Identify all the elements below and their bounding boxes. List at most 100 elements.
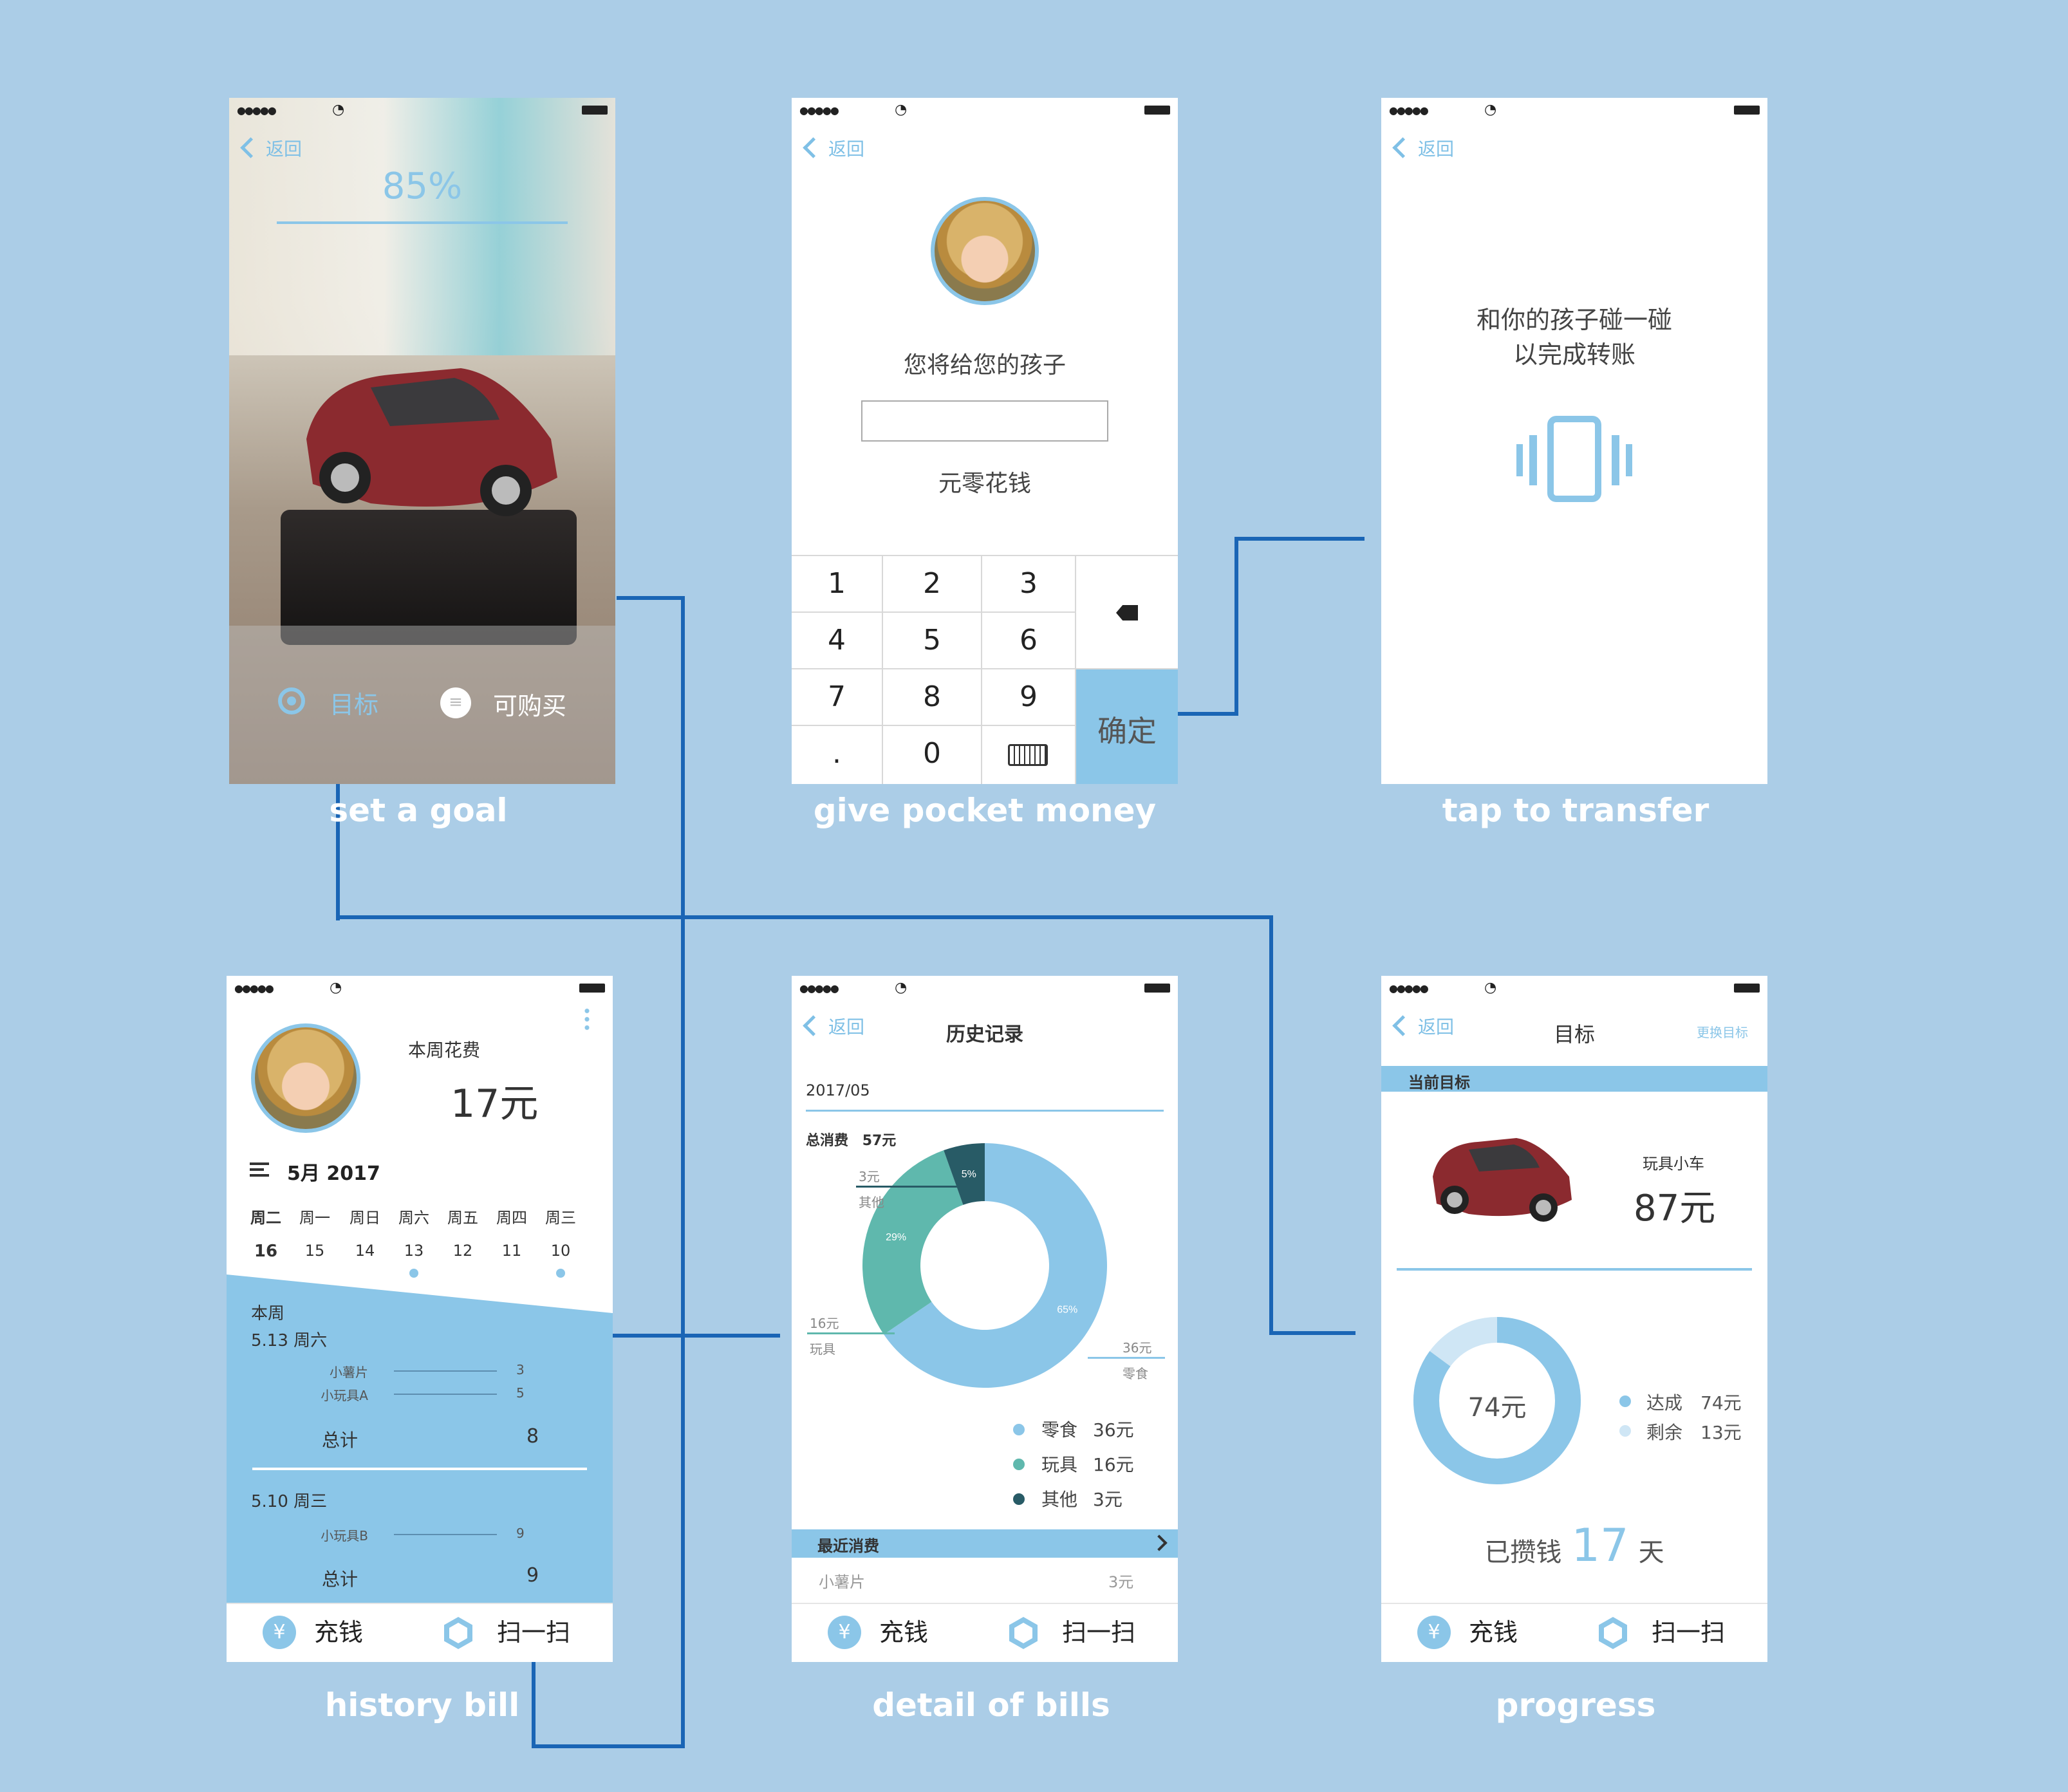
spend-dot [556,1269,565,1278]
wifi-icon: ◔ [895,980,908,996]
day-column[interactable]: 周五 12 [442,1205,484,1260]
target-icon-center [287,696,296,705]
connector-line [532,1744,685,1748]
day-number: 10 [550,1242,571,1260]
scan-tab[interactable]: 扫一扫 [1599,1616,1753,1652]
toy-car-image [1433,1138,1572,1222]
chevron-left-icon [1392,137,1413,158]
month-selector[interactable]: 2017/05 [806,1081,870,1099]
legend-value: 36元 [1093,1419,1134,1441]
day-name: 周六 [398,1209,429,1227]
back-button[interactable]: 返回 [1392,136,1454,162]
legend-value: 16元 [1093,1454,1134,1475]
this-week-label: 本周 [251,1304,285,1323]
charge-tab[interactable]: ¥ 充钱 [263,1616,391,1652]
back-button[interactable]: 返回 [239,136,302,162]
caption-set-goal: set a goal [329,792,508,829]
key-7[interactable]: 7 [792,669,883,726]
key-2[interactable]: 2 [883,556,982,613]
key-4[interactable]: 4 [792,613,883,669]
screen-set-goal: ●●●●● ◔ 返回 85% 目标 ≡ 可购买 [229,98,615,784]
wifi-icon: ◔ [895,102,908,118]
status-bar: ●●●●● ◔ [792,976,1178,1002]
week-spend-value: 17元 [451,1081,539,1126]
bill-item-value: 3 [516,1362,525,1377]
day-strip: 周二 16 周一 15 周日 14 周六 13 周五 12 周四 11 周三 1… [245,1205,601,1289]
bill-item[interactable]: 小玩具B 9 [304,1526,574,1545]
day-number: 15 [304,1242,325,1260]
screen-give-money: ●●●●● ◔ 返回 您将给您的孩子 元零花钱 1 2 3 4 5 6 7 8 … [792,98,1178,784]
screen-progress: ●●●●● ◔ 返回 目标 更换目标 当前目标 玩具小车 87元 74元 达成 … [1381,976,1767,1662]
key-dot[interactable]: . [792,726,883,784]
phone-vibrate-icon [1516,416,1632,506]
legend-swatch [1619,1395,1631,1407]
day-column[interactable]: 周二 16 [245,1205,287,1261]
total-label: 总计 [322,1569,359,1590]
charge-tab[interactable]: ¥ 充钱 [828,1616,956,1652]
legend-name: 玩具 [1041,1454,1078,1475]
confirm-button[interactable]: 确定 [1076,669,1178,784]
key-6[interactable]: 6 [982,613,1076,669]
change-goal-link[interactable]: 更换目标 [1697,1022,1748,1041]
key-3[interactable]: 3 [982,556,1076,613]
day-column[interactable]: 周六 13 [393,1205,435,1278]
key-9[interactable]: 9 [982,669,1076,726]
scan-tab[interactable]: 扫一扫 [444,1616,599,1652]
charge-tab[interactable]: ¥ 充钱 [1417,1616,1546,1652]
key-1[interactable]: 1 [792,556,883,613]
callout-snack-value: 36元 [1122,1340,1152,1356]
screen-tap-transfer: ●●●●● ◔ 返回 和你的孩子碰一碰 以完成转账 [1381,98,1767,784]
child-avatar [251,1023,360,1133]
month-underline [806,1110,1164,1112]
toy-car-image [306,368,557,516]
back-button[interactable]: 返回 [802,136,864,162]
day-column[interactable]: 周一 15 [293,1205,336,1260]
charge-label: 充钱 [879,1618,929,1647]
callout-toy-value: 16元 [810,1316,839,1331]
vibrate-bar-left-outer [1516,444,1523,476]
key-8[interactable]: 8 [883,669,982,726]
spend-dot [409,1269,418,1278]
bottom-tab-bar: ¥ 充钱 扫一扫 [1381,1603,1767,1662]
backspace-icon [1116,605,1138,621]
bill-item-line [394,1534,497,1535]
calendar-menu-icon[interactable] [250,1162,269,1177]
status-bar: ●●●●● ◔ [792,98,1178,124]
amount-input[interactable] [861,400,1108,442]
scan-tab[interactable]: 扫一扫 [1009,1616,1164,1652]
give-prompt: 您将给您的孩子 [903,352,1066,378]
caption-bill-detail: detail of bills [872,1686,1110,1724]
legend-name: 其他 [1041,1489,1078,1510]
day-column[interactable]: 周四 11 [490,1205,533,1260]
chart-legend: 零食 36元 玩具 16元 其他 3元 [1013,1416,1168,1520]
day-column[interactable]: 周三 10 [539,1205,582,1278]
callout-snack-name: 零食 [1122,1366,1148,1381]
backspace-key[interactable] [1076,556,1178,669]
keyboard-toggle-key[interactable] [982,726,1076,784]
day-number: 16 [254,1242,278,1261]
legend-swatch [1013,1493,1025,1505]
callout-other-name: 其他 [859,1195,884,1210]
connector-line [1234,537,1365,541]
caption-tap-transfer: tap to transfer [1442,792,1709,829]
chevron-left-icon [240,137,261,158]
signal-icon: ●●●●● [799,104,839,117]
goal-item-price: 87元 [1634,1188,1716,1229]
legend-item-snack: 零食 36元 [1013,1416,1168,1451]
key-0[interactable]: 0 [883,726,982,784]
bill-item[interactable]: 小薯片 3 [304,1362,574,1381]
key-5[interactable]: 5 [883,613,982,669]
bottom-tab-bar: ¥ 充钱 扫一扫 [227,1603,613,1662]
battery-icon [1734,984,1760,993]
recent-spend-header[interactable]: 最近消费 [792,1529,1178,1558]
recent-spend-row[interactable]: 小薯片 3元 [792,1558,1178,1604]
bill-item[interactable]: 小玩具A 5 [304,1385,574,1405]
bill-item-line [394,1370,497,1372]
week-spend-label: 本周花费 [408,1040,481,1061]
callout-other-value: 3元 [859,1169,880,1184]
back-label: 返回 [828,138,865,160]
more-menu-icon[interactable] [584,1007,590,1032]
day-column[interactable]: 周日 14 [344,1205,386,1260]
chevron-left-icon [803,137,824,158]
progress-center-value: 74元 [1467,1393,1527,1423]
